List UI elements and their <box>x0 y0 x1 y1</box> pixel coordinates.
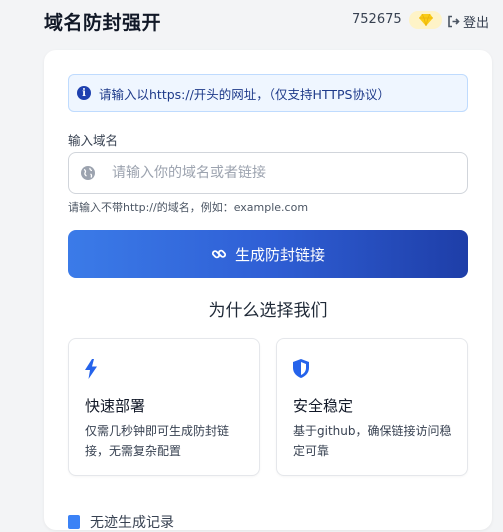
link-icon <box>211 249 227 259</box>
feature-card-secure-stable: 安全稳定 基于github，确保链接访问稳定可靠 <box>276 338 468 476</box>
history-heading-text: 无迹生成记录 <box>90 515 174 531</box>
logout-button[interactable]: 登出 <box>447 12 489 31</box>
history-icon <box>68 515 80 529</box>
domain-field-label: 输入域名 <box>68 133 119 148</box>
main-card: i 请输入以https://开头的网址，（仅支持HTTPS协议） 输入域名 请输… <box>44 50 492 532</box>
sign-out-icon <box>448 15 460 28</box>
history-section-heading: 无迹生成记录 <box>68 512 174 532</box>
vip-badge[interactable] <box>409 11 442 29</box>
diamond-icon <box>418 14 433 26</box>
logout-label: 登出 <box>463 16 490 31</box>
domain-hint: 请输入不带http://的域名，例如：example.com <box>68 201 309 214</box>
domain-input[interactable] <box>110 164 464 182</box>
why-choose-us-heading: 为什么选择我们 <box>208 301 328 321</box>
globe-icon <box>81 166 95 180</box>
feature-title: 快速部署 <box>85 397 146 415</box>
info-icon: i <box>77 86 91 100</box>
generate-button-label: 生成防封链接 <box>234 245 325 264</box>
points-count: 752675 <box>352 12 402 27</box>
top-bar: 域名防封强开 752675 登出 <box>0 0 503 42</box>
app-title: 域名防封强开 <box>44 12 162 34</box>
generate-link-button[interactable]: 生成防封链接 <box>68 230 468 278</box>
feature-description: 基于github，确保链接访问稳定可靠 <box>293 424 452 458</box>
info-notice: i 请输入以https://开头的网址，（仅支持HTTPS协议） <box>68 74 468 112</box>
notice-text: 请输入以https://开头的网址，（仅支持HTTPS协议） <box>99 86 390 102</box>
bolt-icon <box>85 359 97 379</box>
feature-title: 安全稳定 <box>293 397 354 415</box>
domain-input-wrapper[interactable] <box>68 152 468 194</box>
feature-description: 仅需几秒钟即可生成防封链接，无需复杂配置 <box>85 424 230 458</box>
feature-card-fast-deploy: 快速部署 仅需几秒钟即可生成防封链接，无需复杂配置 <box>68 338 260 476</box>
shield-icon <box>293 359 309 378</box>
